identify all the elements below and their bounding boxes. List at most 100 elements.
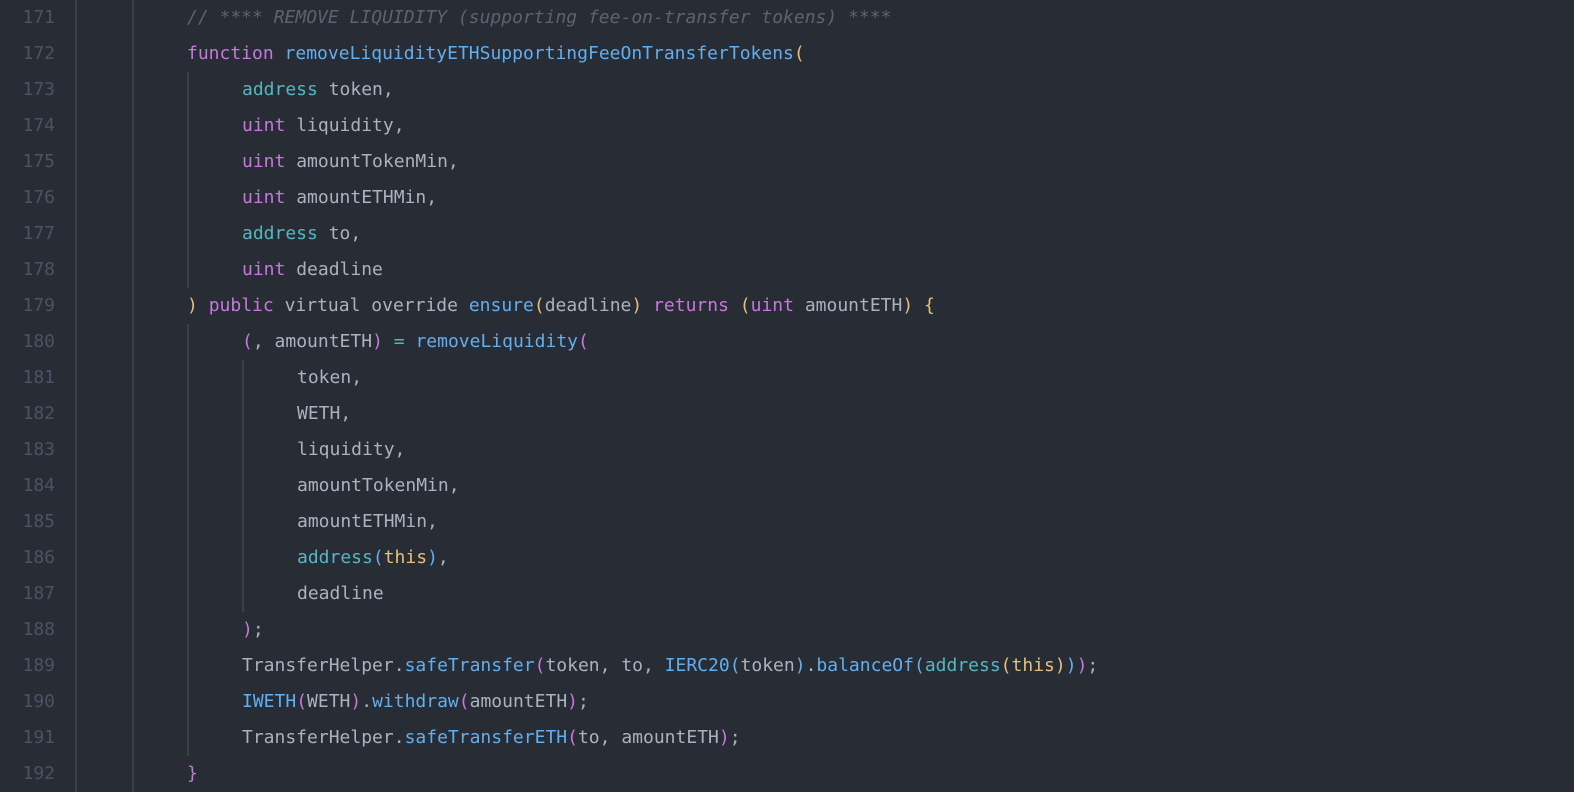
token: , <box>438 547 449 568</box>
indent-guide <box>132 0 134 36</box>
code-line[interactable]: token, <box>132 360 1098 396</box>
token <box>729 295 740 316</box>
code-line[interactable]: (, amountETH) = removeLiquidity( <box>132 324 1098 360</box>
token: ( <box>567 727 578 748</box>
code-line[interactable]: address to, <box>132 216 1098 252</box>
token: , <box>427 511 438 532</box>
code-line[interactable]: WETH, <box>132 396 1098 432</box>
code-text: address(this), <box>132 547 449 568</box>
token: , <box>395 439 406 460</box>
code-text: } <box>132 763 198 784</box>
token: ) <box>372 331 383 352</box>
token: . <box>394 655 405 676</box>
code-line[interactable]: ); <box>132 612 1098 648</box>
code-line[interactable]: // **** REMOVE LIQUIDITY (supporting fee… <box>132 0 1098 36</box>
code-line[interactable]: uint amountETHMin, <box>132 180 1098 216</box>
token: balanceOf <box>816 655 914 676</box>
token: ( <box>296 691 307 712</box>
line-number: 189 <box>10 648 55 684</box>
indent-guide <box>187 396 189 432</box>
indent-guide <box>132 576 134 612</box>
code-line[interactable]: address(this), <box>132 540 1098 576</box>
token: liquidity <box>297 439 395 460</box>
token: withdraw <box>372 691 459 712</box>
token: virtual <box>285 295 361 316</box>
indent-guide <box>187 360 189 396</box>
token: ( <box>535 655 546 676</box>
code-line[interactable]: function removeLiquidityETHSupportingFee… <box>132 36 1098 72</box>
token: ; <box>1087 655 1098 676</box>
code-line[interactable]: ) public virtual override ensure(deadlin… <box>132 288 1098 324</box>
code-text: uint liquidity, <box>132 115 405 136</box>
indent-guide <box>242 360 244 396</box>
code-line[interactable]: IWETH(WETH).withdraw(amountETH); <box>132 684 1098 720</box>
token: removeLiquidity <box>415 331 578 352</box>
token: ) <box>902 295 913 316</box>
line-number: 191 <box>10 720 55 756</box>
code-line[interactable]: deadline <box>132 576 1098 612</box>
indent-guide <box>132 180 134 216</box>
code-line[interactable]: amountTokenMin, <box>132 468 1098 504</box>
indent-guide <box>132 468 134 504</box>
indent-guide <box>187 72 189 108</box>
token: // **** REMOVE LIQUIDITY (supporting fee… <box>187 7 891 28</box>
indent-guide <box>187 144 189 180</box>
token: amountETH <box>794 295 902 316</box>
token: ; <box>578 691 589 712</box>
token: liquidity <box>285 115 393 136</box>
code-line[interactable]: amountETHMin, <box>132 504 1098 540</box>
token: ; <box>253 619 264 640</box>
token: ( <box>1001 655 1012 676</box>
indent-guide <box>132 648 134 684</box>
line-number: 185 <box>10 504 55 540</box>
token: amountETHMin <box>297 511 427 532</box>
code-content[interactable]: // **** REMOVE LIQUIDITY (supporting fee… <box>77 0 1098 792</box>
indent-guide <box>187 468 189 504</box>
token: uint <box>242 259 285 280</box>
code-line[interactable]: TransferHelper.safeTransferETH(to, amoun… <box>132 720 1098 756</box>
token: , <box>394 115 405 136</box>
token: TransferHelper <box>242 727 394 748</box>
code-line[interactable]: uint liquidity, <box>132 108 1098 144</box>
line-number: 177 <box>10 216 55 252</box>
indent-guide <box>132 720 134 756</box>
token: , to, <box>600 655 665 676</box>
indent-guide <box>132 144 134 180</box>
indent-guide <box>187 504 189 540</box>
indent-guide <box>242 504 244 540</box>
token: ) <box>1066 655 1077 676</box>
code-text: (, amountETH) = removeLiquidity( <box>132 331 589 352</box>
indent-guide <box>132 756 134 792</box>
indent-guide <box>242 540 244 576</box>
indent-guide <box>242 468 244 504</box>
indent-guide <box>132 360 134 396</box>
token: , <box>340 403 351 424</box>
token: safeTransferETH <box>405 727 568 748</box>
token: = <box>394 331 405 352</box>
token: address <box>297 547 373 568</box>
code-line[interactable]: address token, <box>132 72 1098 108</box>
code-text: ); <box>132 619 264 640</box>
line-number: 181 <box>10 360 55 396</box>
indent-guide <box>187 216 189 252</box>
code-text: TransferHelper.safeTransfer(token, to, I… <box>132 655 1098 676</box>
token: IWETH <box>242 691 296 712</box>
code-editor[interactable]: 1711721731741751761771781791801811821831… <box>0 0 1574 792</box>
code-line[interactable]: TransferHelper.safeTransfer(token, to, I… <box>132 648 1098 684</box>
token: . <box>394 727 405 748</box>
indent-guide <box>187 576 189 612</box>
token: function <box>187 43 274 64</box>
token: uint <box>242 187 285 208</box>
code-text: token, <box>132 367 362 388</box>
code-line[interactable]: uint deadline <box>132 252 1098 288</box>
token: ) <box>350 691 361 712</box>
token: to <box>578 727 600 748</box>
token: ) <box>719 727 730 748</box>
code-line[interactable]: liquidity, <box>132 432 1098 468</box>
code-line[interactable]: uint amountTokenMin, <box>132 144 1098 180</box>
line-number: 174 <box>10 108 55 144</box>
indent-guide <box>187 684 189 720</box>
token: uint <box>242 151 285 172</box>
token: ) <box>187 295 198 316</box>
code-line[interactable]: } <box>132 756 1098 792</box>
